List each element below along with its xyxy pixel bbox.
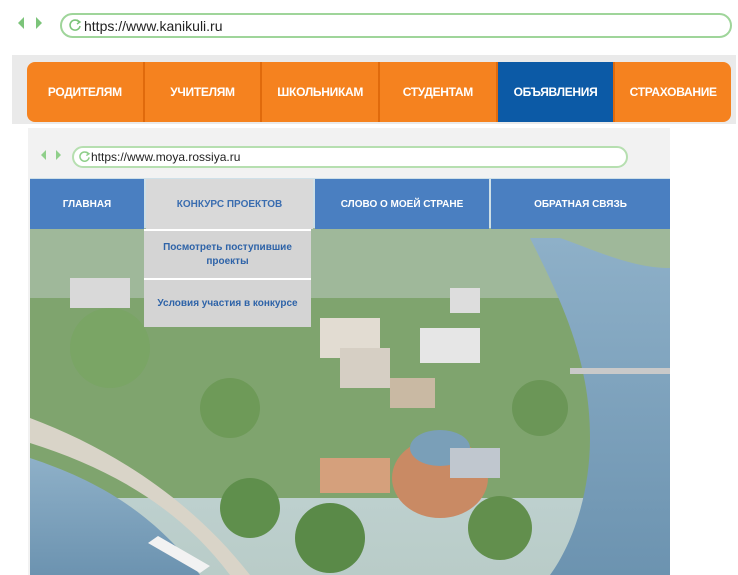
dropdown-item-contest-conditions[interactable]: Условия участия в конкурсе <box>144 278 311 327</box>
address-bar[interactable]: https://www.kanikuli.ru <box>60 13 732 38</box>
menu-item-glavnaya[interactable]: ГЛАВНАЯ <box>30 179 144 229</box>
nav-arrows <box>16 13 50 33</box>
city-aerial-photo <box>30 178 670 575</box>
url-text: https://www.kanikuli.ru <box>84 18 223 34</box>
browser-window-moya-rossiya: https://www.moya.rossiya.ru ГЛАВНАЯ КОНК… <box>28 128 670 575</box>
menu-item-strakhovanie[interactable]: СТРАХОВАНИЕ <box>615 62 732 122</box>
url-text: https://www.moya.rossiya.ru <box>91 150 241 164</box>
menu-item-slovo-o-moey-strane[interactable]: СЛОВО О МОЕЙ СТРАНЕ <box>315 179 489 229</box>
main-menu: РОДИТЕЛЯМ УЧИТЕЛЯМ ШКОЛЬНИКАМ СТУДЕНТАМ … <box>27 62 732 122</box>
back-arrow-icon[interactable] <box>41 150 46 160</box>
reload-icon[interactable] <box>78 150 91 163</box>
menu-item-shkolnikam[interactable]: ШКОЛЬНИКАМ <box>262 62 381 122</box>
forward-arrow-icon[interactable] <box>56 150 61 160</box>
dropdown-menu: Посмотреть поступившие проекты Условия у… <box>144 229 311 327</box>
menu-item-konkurs-proektov[interactable]: КОНКУРС ПРОЕКТОВ <box>146 179 313 229</box>
forward-arrow-icon[interactable] <box>36 17 42 29</box>
menu-item-obyavleniya[interactable]: ОБЪЯВЛЕНИЯ <box>497 62 616 122</box>
nav-arrows <box>39 146 69 164</box>
address-bar[interactable]: https://www.moya.rossiya.ru <box>72 146 628 168</box>
menu-item-obratnaya-svyaz[interactable]: ОБРАТНАЯ СВЯЗЬ <box>491 179 670 229</box>
browser-window-kanikuli: https://www.kanikuli.ru РОДИТЕЛЯМ УЧИТЕЛ… <box>0 0 738 128</box>
site-menu: ГЛАВНАЯ КОНКУРС ПРОЕКТОВ СЛОВО О МОЕЙ СТ… <box>30 179 670 229</box>
dropdown-item-view-projects[interactable]: Посмотреть поступившие проекты <box>144 229 311 278</box>
menu-item-uchitelyam[interactable]: УЧИТЕЛЯМ <box>144 62 263 122</box>
back-arrow-icon[interactable] <box>18 17 24 29</box>
menu-item-studentam[interactable]: СТУДЕНТАМ <box>380 62 498 122</box>
reload-icon[interactable] <box>68 18 82 32</box>
menu-item-roditelyam[interactable]: РОДИТЕЛЯМ <box>27 62 145 122</box>
